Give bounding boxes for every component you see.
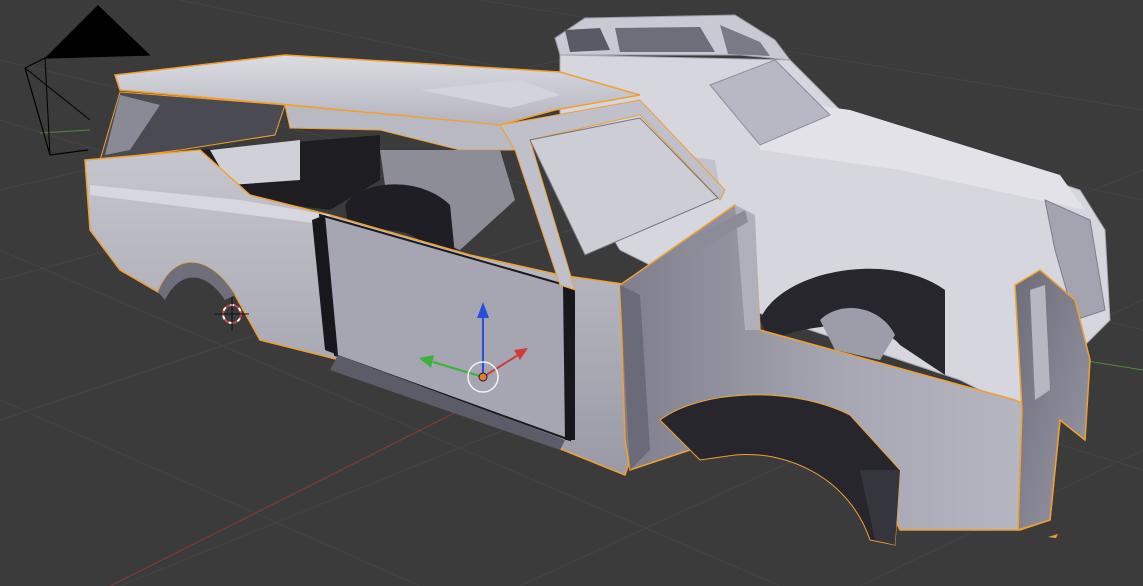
3d-viewport[interactable] (0, 0, 1143, 586)
stray-vertex-mark (1048, 534, 1058, 538)
viewport-canvas[interactable] (0, 0, 1143, 586)
object-origin-icon[interactable] (478, 372, 488, 382)
y-axis-line-left (39, 129, 91, 134)
